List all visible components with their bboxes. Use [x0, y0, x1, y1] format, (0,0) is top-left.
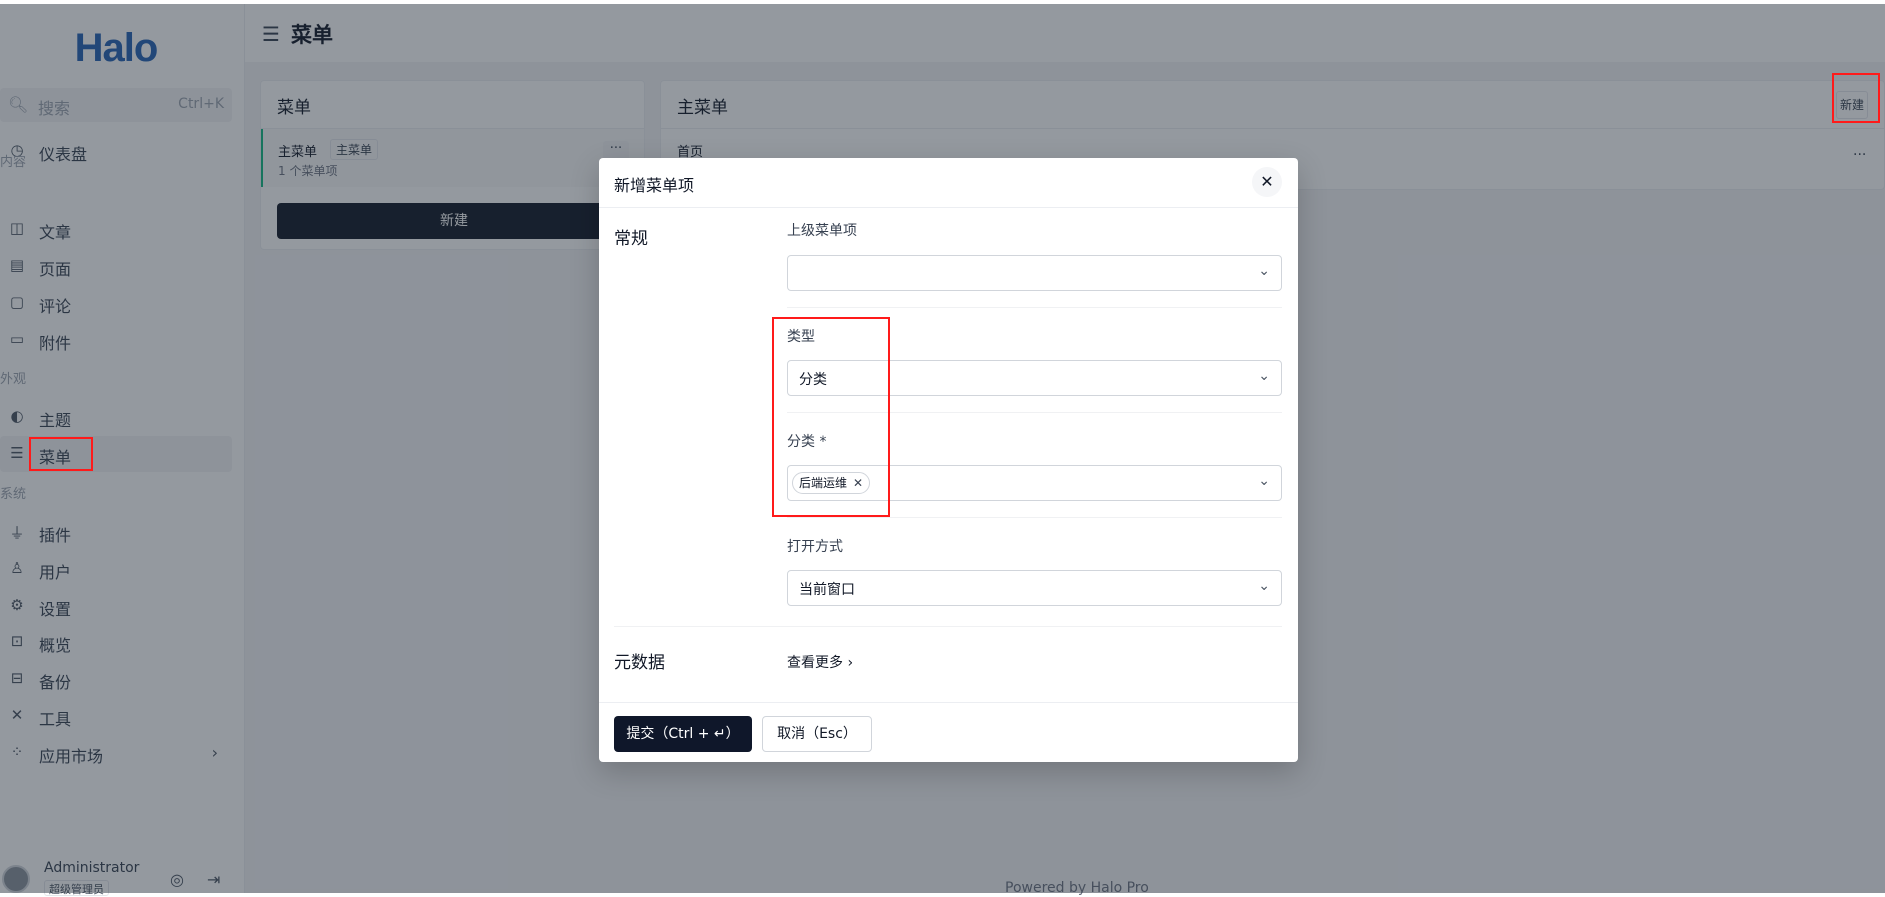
divider	[787, 307, 1282, 308]
divider	[614, 626, 1282, 627]
chevron-down-icon: ⌄	[1258, 473, 1270, 489]
close-icon[interactable]: ✕	[1252, 167, 1282, 197]
modal-title: 新增菜单项	[614, 176, 695, 195]
modal-header: 新增菜单项 ✕	[599, 158, 1298, 208]
submit-button[interactable]: 提交（Ctrl + ↵）	[614, 716, 752, 752]
chevron-right-icon: ›	[847, 655, 854, 671]
new-menu-item-modal: 新增菜单项 ✕ 常规 上级菜单项 ⌄ 类型 分类 ⌄ 分类 * 后端运维 ✕ ⌄ …	[599, 158, 1298, 762]
section-metadata: 元数据	[614, 653, 665, 673]
divider	[787, 517, 1282, 518]
cancel-button[interactable]: 取消（Esc）	[762, 716, 872, 752]
see-more-link[interactable]: 查看更多 ›	[787, 652, 853, 672]
target-label: 打开方式	[787, 539, 843, 555]
chevron-down-icon: ⌄	[1258, 263, 1270, 279]
modal-footer: 提交（Ctrl + ↵） 取消（Esc）	[599, 702, 1298, 762]
annotation-box	[29, 437, 93, 471]
select-value: 当前窗口	[799, 582, 855, 598]
parent-select[interactable]: ⌄	[787, 255, 1282, 291]
annotation-box	[772, 317, 890, 517]
annotation-box	[1832, 73, 1880, 123]
see-more-label: 查看更多	[787, 655, 843, 671]
parent-label: 上级菜单项	[787, 223, 857, 239]
chevron-down-icon: ⌄	[1258, 368, 1270, 384]
target-select[interactable]: 当前窗口 ⌄	[787, 570, 1282, 606]
chevron-down-icon: ⌄	[1258, 578, 1270, 594]
section-general: 常规	[614, 229, 648, 249]
